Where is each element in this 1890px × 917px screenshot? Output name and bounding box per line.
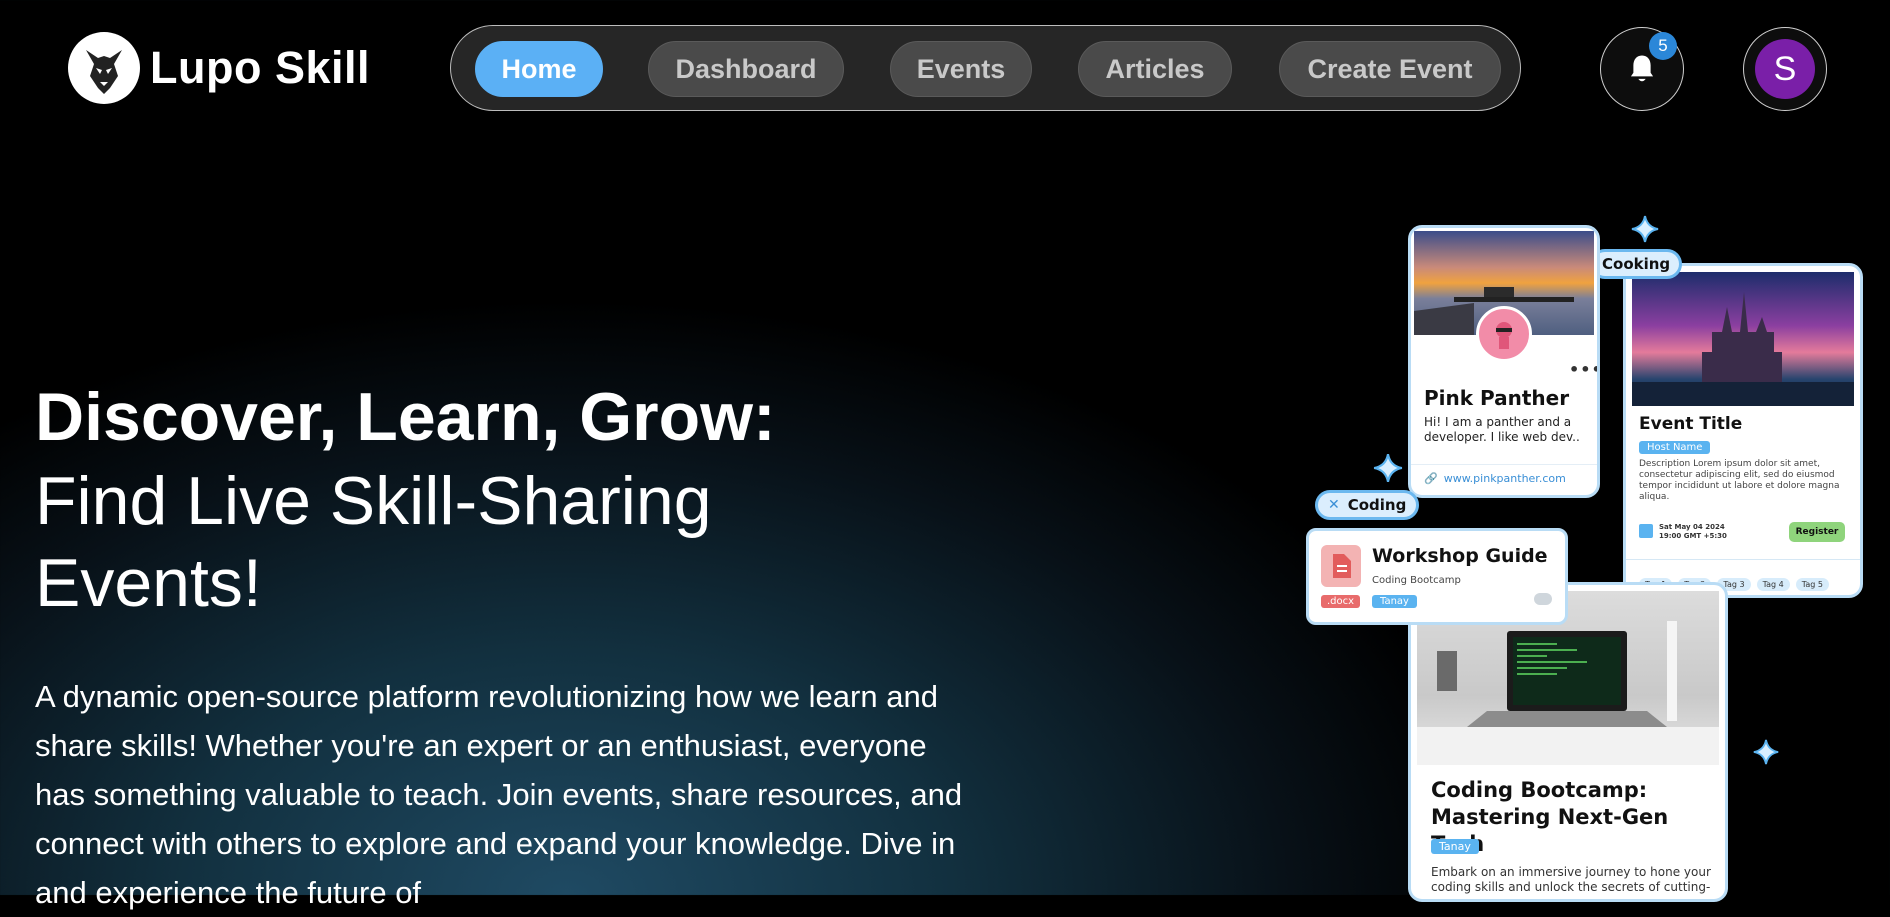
resource-title: Workshop Guide bbox=[1372, 545, 1548, 567]
hero-title-bold: Discover, Learn, Grow: bbox=[35, 379, 776, 455]
sparkle-icon bbox=[1373, 453, 1403, 483]
avatar: S bbox=[1755, 39, 1815, 99]
nav-articles[interactable]: Articles bbox=[1078, 41, 1232, 97]
tag-cooking[interactable]: Cooking bbox=[1590, 249, 1683, 279]
sparkle-icon bbox=[1753, 739, 1779, 765]
file-type-chip: .docx bbox=[1321, 595, 1361, 608]
brand-name: Lupo Skill bbox=[150, 42, 371, 93]
resource-author-chip: Tanay bbox=[1372, 595, 1417, 608]
resource-subtitle: Coding Bootcamp bbox=[1372, 575, 1461, 586]
nav-events[interactable]: Events bbox=[890, 41, 1032, 97]
cloud-download-icon[interactable] bbox=[1534, 593, 1552, 605]
user-menu-button[interactable]: S bbox=[1743, 27, 1827, 111]
event-title: Event Title bbox=[1639, 414, 1743, 434]
profile-avatar bbox=[1476, 306, 1532, 362]
nav-home[interactable]: Home bbox=[475, 41, 603, 97]
nav-create-event[interactable]: Create Event bbox=[1279, 41, 1501, 97]
article-card[interactable]: Coding Bootcamp: Mastering Next-Gen Tech… bbox=[1408, 582, 1728, 902]
profile-link[interactable]: 🔗 www.pinkpanther.com bbox=[1424, 472, 1566, 485]
tag-coding[interactable]: ✕ Coding bbox=[1315, 490, 1420, 520]
link-icon: 🔗 bbox=[1424, 472, 1438, 485]
wolf-logo-icon bbox=[68, 32, 140, 104]
nav-dashboard[interactable]: Dashboard bbox=[648, 41, 844, 97]
resource-card[interactable]: .docx Workshop Guide Coding Bootcamp Tan… bbox=[1306, 528, 1568, 625]
sparkle-icon bbox=[1631, 215, 1659, 243]
profile-bio: Hi! I am a panther and a developer. I li… bbox=[1424, 415, 1580, 444]
notification-count-badge: 5 bbox=[1649, 32, 1677, 60]
profile-name: Pink Panther bbox=[1424, 386, 1570, 410]
event-tag[interactable]: Tag 4 bbox=[1756, 578, 1790, 591]
profile-card[interactable]: ••• Pink Panther Hi! I am a panther and … bbox=[1408, 225, 1600, 498]
event-card[interactable]: Event Title Host Name Description Lorem … bbox=[1623, 263, 1863, 598]
event-host-chip: Host Name bbox=[1639, 441, 1711, 454]
register-button[interactable]: Register bbox=[1789, 522, 1845, 542]
tag-coding-label: Coding bbox=[1347, 496, 1407, 514]
close-icon[interactable]: ✕ bbox=[1328, 497, 1340, 513]
document-icon bbox=[1321, 545, 1361, 587]
hero-title-light: Find Live Skill-Sharing Events! bbox=[35, 463, 712, 621]
event-image bbox=[1632, 272, 1854, 406]
main-nav: Home Dashboard Events Articles Create Ev… bbox=[450, 25, 1521, 111]
brand-logo[interactable]: Lupo Skill bbox=[68, 32, 370, 104]
event-tag[interactable]: Tag 5 bbox=[1795, 578, 1829, 591]
bell-icon bbox=[1630, 55, 1654, 82]
calendar-icon bbox=[1639, 524, 1653, 538]
notifications-button[interactable]: 5 bbox=[1600, 27, 1684, 111]
event-datetime: Sat May 04 2024 19:00 GMT +5:30 bbox=[1659, 523, 1727, 540]
event-description: Description Lorem ipsum dolor sit amet, … bbox=[1639, 459, 1840, 502]
article-excerpt: Embark on an immersive journey to hone y… bbox=[1431, 865, 1711, 894]
hero-description: A dynamic open-source platform revolutio… bbox=[35, 679, 963, 910]
article-author-chip: Tanay bbox=[1431, 839, 1479, 854]
more-options-icon[interactable]: ••• bbox=[1569, 360, 1597, 379]
